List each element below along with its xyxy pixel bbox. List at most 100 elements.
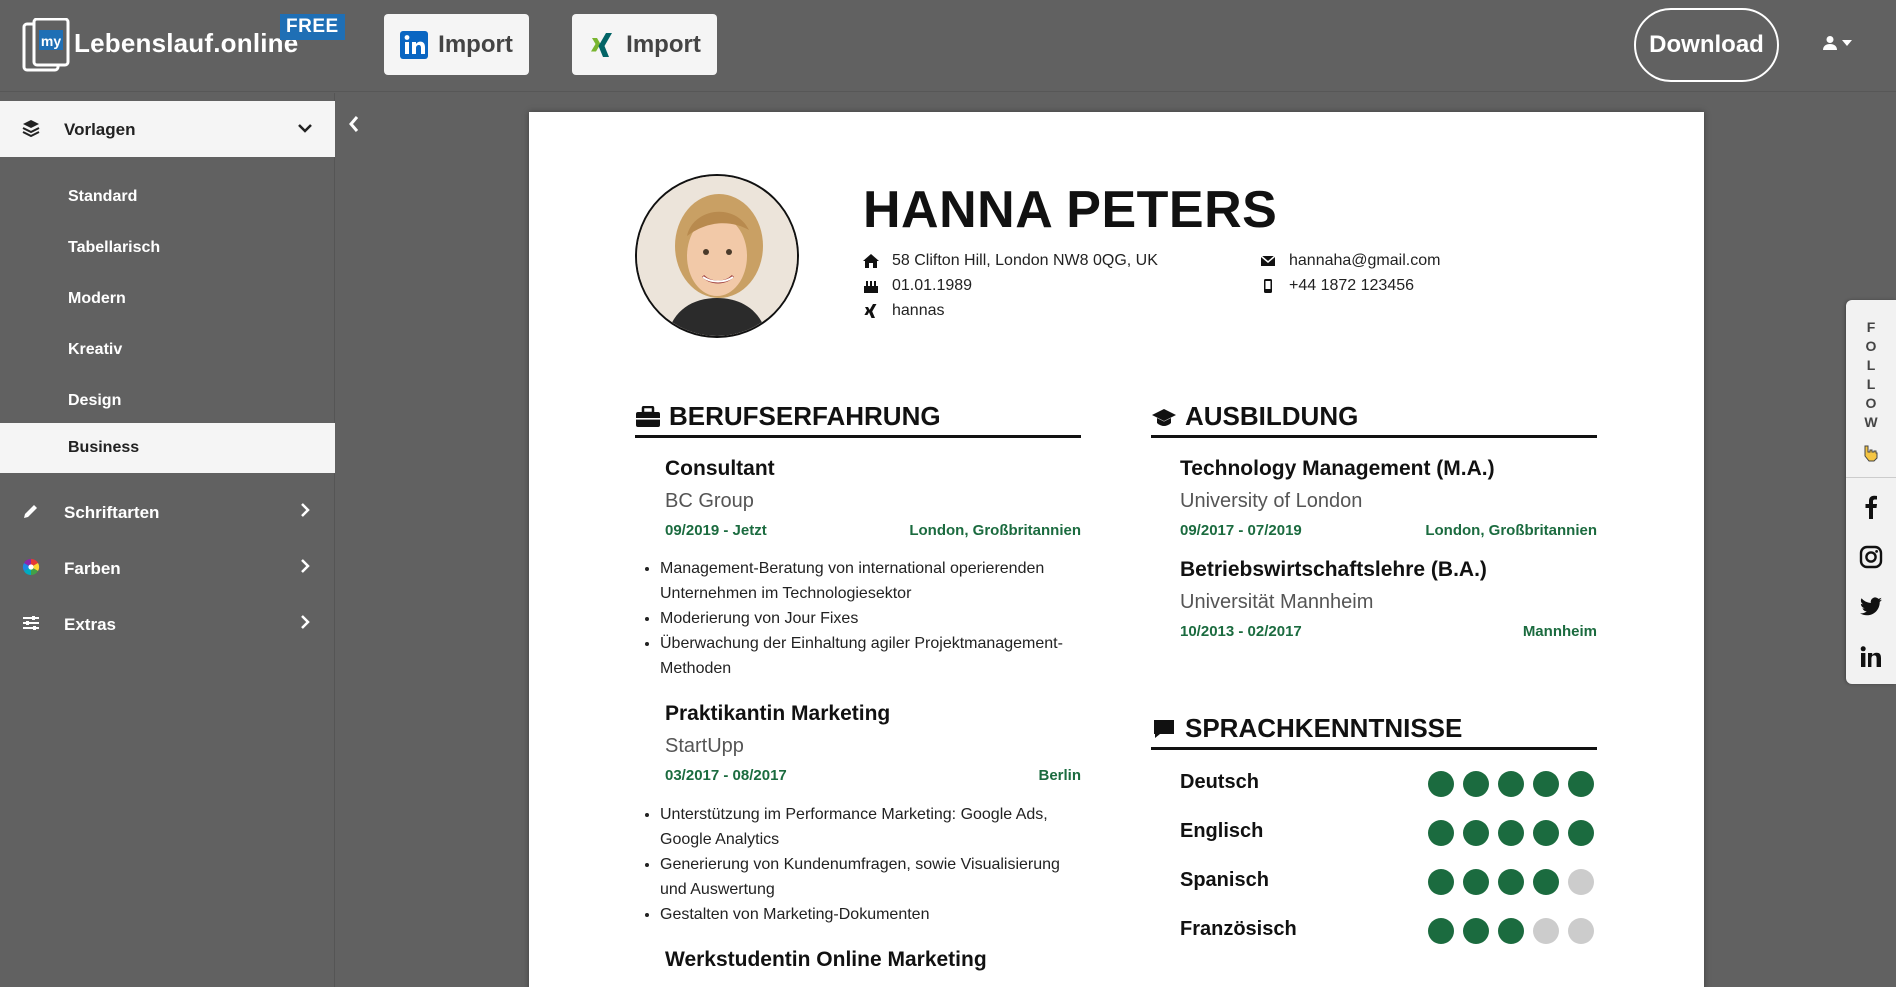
level-dot-filled <box>1463 918 1489 944</box>
pencil-icon <box>24 505 37 518</box>
sidebar-item-farben[interactable]: Farben <box>0 543 335 593</box>
logo-document-icon: my <box>22 18 70 72</box>
education-section-label: AUSBILDUNG <box>1185 401 1359 431</box>
job-title: Praktikantin Marketing <box>665 702 891 725</box>
contact-email: hannaha@gmail.com <box>1260 252 1440 270</box>
language-row: Französisch <box>1180 916 1625 946</box>
education-section-title: AUSBILDUNG <box>1151 398 1597 438</box>
job-bullet: Management-Beratung von international op… <box>660 556 1065 606</box>
chevron-right-icon <box>301 503 310 517</box>
education-degree: Technology Management (M.A.) <box>1180 457 1495 480</box>
template-item-business[interactable]: Business <box>0 423 335 473</box>
language-name: Französisch <box>1180 918 1297 940</box>
envelope-icon <box>1260 255 1276 266</box>
template-item-standard[interactable]: Standard <box>0 172 335 222</box>
contact-birthdate: 01.01.1989 <box>863 277 972 295</box>
instagram-icon[interactable] <box>1859 545 1883 569</box>
job-bullets: Unterstützung im Performance Marketing: … <box>635 802 1065 927</box>
contact-address-text: 58 Clifton Hill, London NW8 0QG, UK <box>892 252 1158 269</box>
experience-section-title: BERUFSERFAHRUNG <box>635 398 1081 438</box>
education-dates: 09/2017 - 07/2019 <box>1180 522 1302 539</box>
graduation-cap-icon <box>1152 408 1176 426</box>
chevron-down-icon <box>298 124 312 133</box>
linkedin-import-label: Import <box>438 30 513 58</box>
contact-phone: +44 1872 123456 <box>1260 277 1414 295</box>
twitter-icon[interactable] <box>1859 595 1883 619</box>
contact-phone-text: +44 1872 123456 <box>1289 277 1415 294</box>
free-badge: FREE <box>280 14 345 40</box>
xing-import-button[interactable]: Import <box>572 14 717 75</box>
sidebar-item-schriftarten[interactable]: Schriftarten <box>0 487 335 537</box>
template-item-label: Design <box>68 392 122 409</box>
pointing-hand-icon <box>1864 445 1878 462</box>
job-company: BC Group <box>665 490 754 512</box>
color-wheel-icon <box>22 558 40 576</box>
language-name: Spanisch <box>1180 869 1269 891</box>
level-dot-filled <box>1428 869 1454 895</box>
contact-birthdate-text: 01.01.1989 <box>892 277 973 294</box>
sidebar: Vorlagen Standard Tabellarisch Modern Kr… <box>0 93 335 987</box>
template-item-modern[interactable]: Modern <box>0 274 335 324</box>
cv-name: HANNA PETERS <box>863 181 1278 239</box>
template-item-design[interactable]: Design <box>0 376 335 426</box>
sidebar-item-extras[interactable]: Extras <box>0 599 335 649</box>
logo-text: Lebenslauf.online <box>74 28 299 58</box>
template-item-label: Modern <box>68 290 126 307</box>
speech-bubble-icon <box>1154 719 1174 738</box>
xing-import-label: Import <box>626 30 701 58</box>
follow-panel: FOLLOW <box>1846 300 1896 684</box>
experience-section-label: BERUFSERFAHRUNG <box>669 401 941 431</box>
level-dot-filled <box>1533 869 1559 895</box>
job-location: Berlin <box>1038 767 1081 784</box>
template-item-label: Tabellarisch <box>68 239 161 256</box>
job-dates: 09/2019 - Jetzt <box>665 522 767 539</box>
job-bullet: Gestalten von Marketing-Dokumenten <box>660 902 1065 927</box>
sidebar-section-vorlagen[interactable]: Vorlagen <box>0 101 335 157</box>
job-location: London, Großbritannien <box>909 522 1081 539</box>
level-dot-filled <box>1498 771 1524 797</box>
level-dot-filled <box>1463 820 1489 846</box>
linkedin-import-button[interactable]: Import <box>384 14 529 75</box>
template-item-kreativ[interactable]: Kreativ <box>0 325 335 375</box>
xing-icon <box>591 32 613 57</box>
download-button[interactable]: Download <box>1634 8 1779 82</box>
collapse-sidebar-chevron-left-icon[interactable] <box>346 114 362 134</box>
level-dot-empty <box>1568 869 1594 895</box>
sidebar-item-label: Farben <box>64 559 121 578</box>
level-dot-filled <box>1498 918 1524 944</box>
contact-email-text: hannaha@gmail.com <box>1289 252 1441 269</box>
contact-xing: hannas <box>863 302 945 320</box>
level-dot-filled <box>1568 771 1594 797</box>
home-icon <box>863 254 879 268</box>
languages-section-title: SPRACHKENNTNISSE <box>1151 710 1597 750</box>
template-item-label: Standard <box>68 188 138 205</box>
template-item-tabellarisch[interactable]: Tabellarisch <box>0 223 335 273</box>
level-dot-filled <box>1428 771 1454 797</box>
level-dot-filled <box>1463 869 1489 895</box>
follow-divider <box>1846 477 1896 478</box>
cv-page: HANNA PETERS 58 Clifton Hill, London NW8… <box>529 112 1704 987</box>
language-row: Spanisch <box>1180 867 1625 897</box>
job-bullet: Moderierung von Jour Fixes <box>660 606 1065 631</box>
chevron-right-icon <box>301 559 310 573</box>
facebook-icon[interactable] <box>1859 495 1883 519</box>
logo[interactable]: my Lebenslauf.online FREE <box>22 14 345 74</box>
language-level <box>1428 918 1594 944</box>
top-bar: my Lebenslauf.online FREE Import Import … <box>0 0 1896 92</box>
level-dot-filled <box>1533 771 1559 797</box>
language-row: Englisch <box>1180 818 1625 848</box>
education-dates: 10/2013 - 02/2017 <box>1180 623 1302 640</box>
level-dot-empty <box>1533 918 1559 944</box>
sidebar-item-label: Extras <box>64 615 116 634</box>
svg-text:my: my <box>41 33 61 49</box>
job-bullet: Generierung von Kundenumfragen, sowie Vi… <box>660 852 1065 902</box>
user-menu-button[interactable] <box>1820 28 1854 58</box>
caret-down-icon <box>1842 40 1852 46</box>
layers-icon <box>22 120 40 137</box>
profile-photo <box>635 174 799 338</box>
language-name: Englisch <box>1180 820 1264 842</box>
education-school: Universität Mannheim <box>1180 591 1374 613</box>
language-row: Deutsch <box>1180 769 1625 799</box>
chevron-right-icon <box>301 615 310 629</box>
linkedin-icon[interactable] <box>1859 645 1883 669</box>
